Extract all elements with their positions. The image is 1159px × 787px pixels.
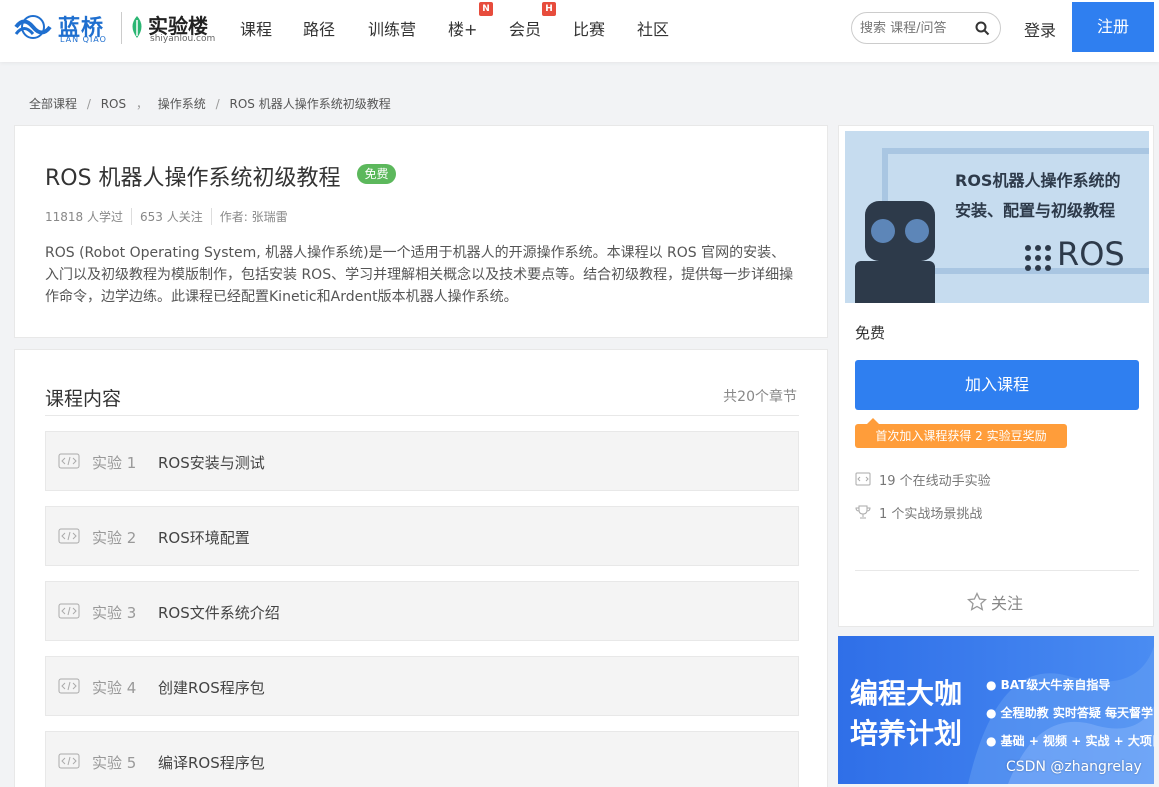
nav-item-community[interactable]: 社区	[637, 16, 669, 40]
login-link[interactable]: 登录	[1024, 17, 1056, 41]
breadcrumb: 全部课程 / ROS ， 操作系统 / ROS 机器人操作系统初级教程	[29, 95, 397, 112]
course-title: ROS 机器人操作系统初级教程	[45, 166, 341, 191]
author[interactable]: 作者: 张瑞雷	[220, 208, 296, 225]
lab-row[interactable]: 实验 5 编译ROS程序包	[45, 731, 799, 787]
chapter-count: 共20个章节	[723, 389, 797, 405]
divider	[855, 570, 1139, 571]
breadcrumb-all-courses[interactable]: 全部课程	[29, 97, 77, 111]
lab-number: 实验 4	[92, 679, 137, 697]
shiyanlou-leaf-icon	[132, 16, 142, 38]
star-icon	[967, 592, 987, 611]
nav-item-contests[interactable]: 比赛	[573, 16, 605, 40]
course-sidebar: ROS机器人操作系统的 安装、配置与初级教程 ROS 免费 加入课程 首次加入课…	[838, 125, 1154, 627]
code-icon	[58, 753, 80, 769]
nav-badge-hot: H	[542, 2, 556, 16]
lab-row[interactable]: 实验 3 ROS文件系统介绍	[45, 581, 799, 641]
lab-row[interactable]: 实验 2 ROS环境配置	[45, 506, 799, 566]
code-icon	[855, 472, 871, 486]
banner-title-line2: 安装、配置与初级教程	[955, 201, 1116, 220]
lab-row[interactable]: 实验 4 创建ROS程序包	[45, 656, 799, 716]
course-price: 免费	[855, 324, 886, 342]
reward-tip: 首次加入课程获得 2 实验豆奖励	[855, 424, 1067, 448]
feature-labs-text: 19 个在线动手实验	[879, 474, 991, 489]
lab-name[interactable]: ROS安装与测试	[158, 452, 265, 473]
free-badge: 免费	[357, 164, 396, 184]
breadcrumb-separator: /	[215, 97, 220, 111]
divider	[45, 415, 799, 416]
code-icon	[58, 453, 80, 469]
course-content-card: 课程内容 共20个章节 实验 1 ROS安装与测试 实验 2 ROS环境配置 实…	[14, 349, 828, 787]
lab-number: 实验 1	[92, 454, 137, 472]
breadcrumb-os[interactable]: 操作系统	[158, 97, 206, 111]
search-box	[851, 12, 1001, 44]
nav-item-bootcamp[interactable]: 训练营	[368, 16, 416, 40]
search-input[interactable]	[860, 19, 970, 37]
code-icon	[58, 603, 80, 619]
ros-logo-text: ROS	[1057, 235, 1125, 273]
follow-label: 关注	[991, 594, 1024, 613]
lab-number: 实验 5	[92, 754, 137, 772]
breadcrumb-ros[interactable]: ROS	[101, 97, 126, 111]
nav-badge-new: N	[479, 2, 493, 16]
nav-item-paths[interactable]: 路径	[303, 16, 335, 40]
nav-item-courses[interactable]: 课程	[240, 16, 272, 40]
lab-name[interactable]: ROS文件系统介绍	[158, 602, 280, 623]
lab-number: 实验 2	[92, 529, 137, 547]
promo-point: ● 全程助教 实时答疑 每天督学	[986, 706, 1154, 720]
promo-title-line2: 培养计划	[850, 717, 963, 750]
lanqiao-logo[interactable]: 蓝桥 LAN QIAO	[14, 10, 114, 46]
top-header: 蓝桥 LAN QIAO 实验楼 shiyanlou.com 课程 路径 训练营 …	[0, 0, 1159, 62]
followers-count: 653 人关注	[140, 208, 212, 225]
watermark: CSDN @zhangrelay	[1006, 759, 1142, 775]
lanqiao-logo-icon	[14, 15, 52, 39]
lanqiao-logo-subtext: LAN QIAO	[60, 35, 107, 44]
shiyanlou-logo[interactable]: 实验楼 shiyanlou.com	[128, 10, 218, 46]
lab-name[interactable]: 编译ROS程序包	[158, 752, 265, 773]
code-icon	[58, 528, 80, 544]
promo-title-line1: 编程大咖	[850, 677, 963, 710]
content-title: 课程内容	[45, 388, 122, 410]
course-info-card: ROS 机器人操作系统初级教程 免费 11818 人学过 653 人关注 作者: 张…	[14, 125, 828, 338]
course-description: ROS (Robot Operating System, 机器人操作系统)是一个…	[45, 245, 794, 305]
register-button[interactable]: 注册	[1072, 2, 1154, 52]
lab-name[interactable]: 创建ROS程序包	[158, 677, 265, 698]
lab-row[interactable]: 实验 1 ROS安装与测试	[45, 431, 799, 491]
nav-item-membership[interactable]: 会员	[509, 16, 541, 40]
search-icon[interactable]	[975, 21, 990, 36]
course-banner: ROS机器人操作系统的 安装、配置与初级教程 ROS	[845, 131, 1149, 303]
banner-title-line1: ROS机器人操作系统的	[955, 171, 1121, 190]
nav-item-louplus[interactable]: 楼+	[448, 16, 477, 40]
feature-challenge-text: 1 个实战场景挑战	[879, 507, 983, 522]
breadcrumb-separator: /	[86, 97, 91, 111]
logo-divider	[121, 12, 122, 44]
trophy-icon	[855, 505, 871, 519]
promo-point: ● 基础 + 视频 + 实战 + 大项目	[986, 734, 1154, 748]
join-course-button[interactable]: 加入课程	[855, 360, 1139, 410]
learners-count: 11818 人学过	[45, 208, 132, 225]
ros-dots-icon	[1025, 245, 1051, 271]
lab-number: 实验 3	[92, 604, 137, 622]
breadcrumb-comma: ，	[135, 97, 148, 111]
breadcrumb-current: ROS 机器人操作系统初级教程	[229, 97, 391, 111]
code-icon	[58, 678, 80, 694]
lab-name[interactable]: ROS环境配置	[158, 527, 250, 548]
shiyanlou-logo-subtext: shiyanlou.com	[150, 34, 216, 44]
promo-point: ● BAT级大牛亲自指导	[986, 678, 1111, 692]
course-stats: 11818 人学过 653 人关注 作者: 张瑞雷	[45, 208, 304, 225]
